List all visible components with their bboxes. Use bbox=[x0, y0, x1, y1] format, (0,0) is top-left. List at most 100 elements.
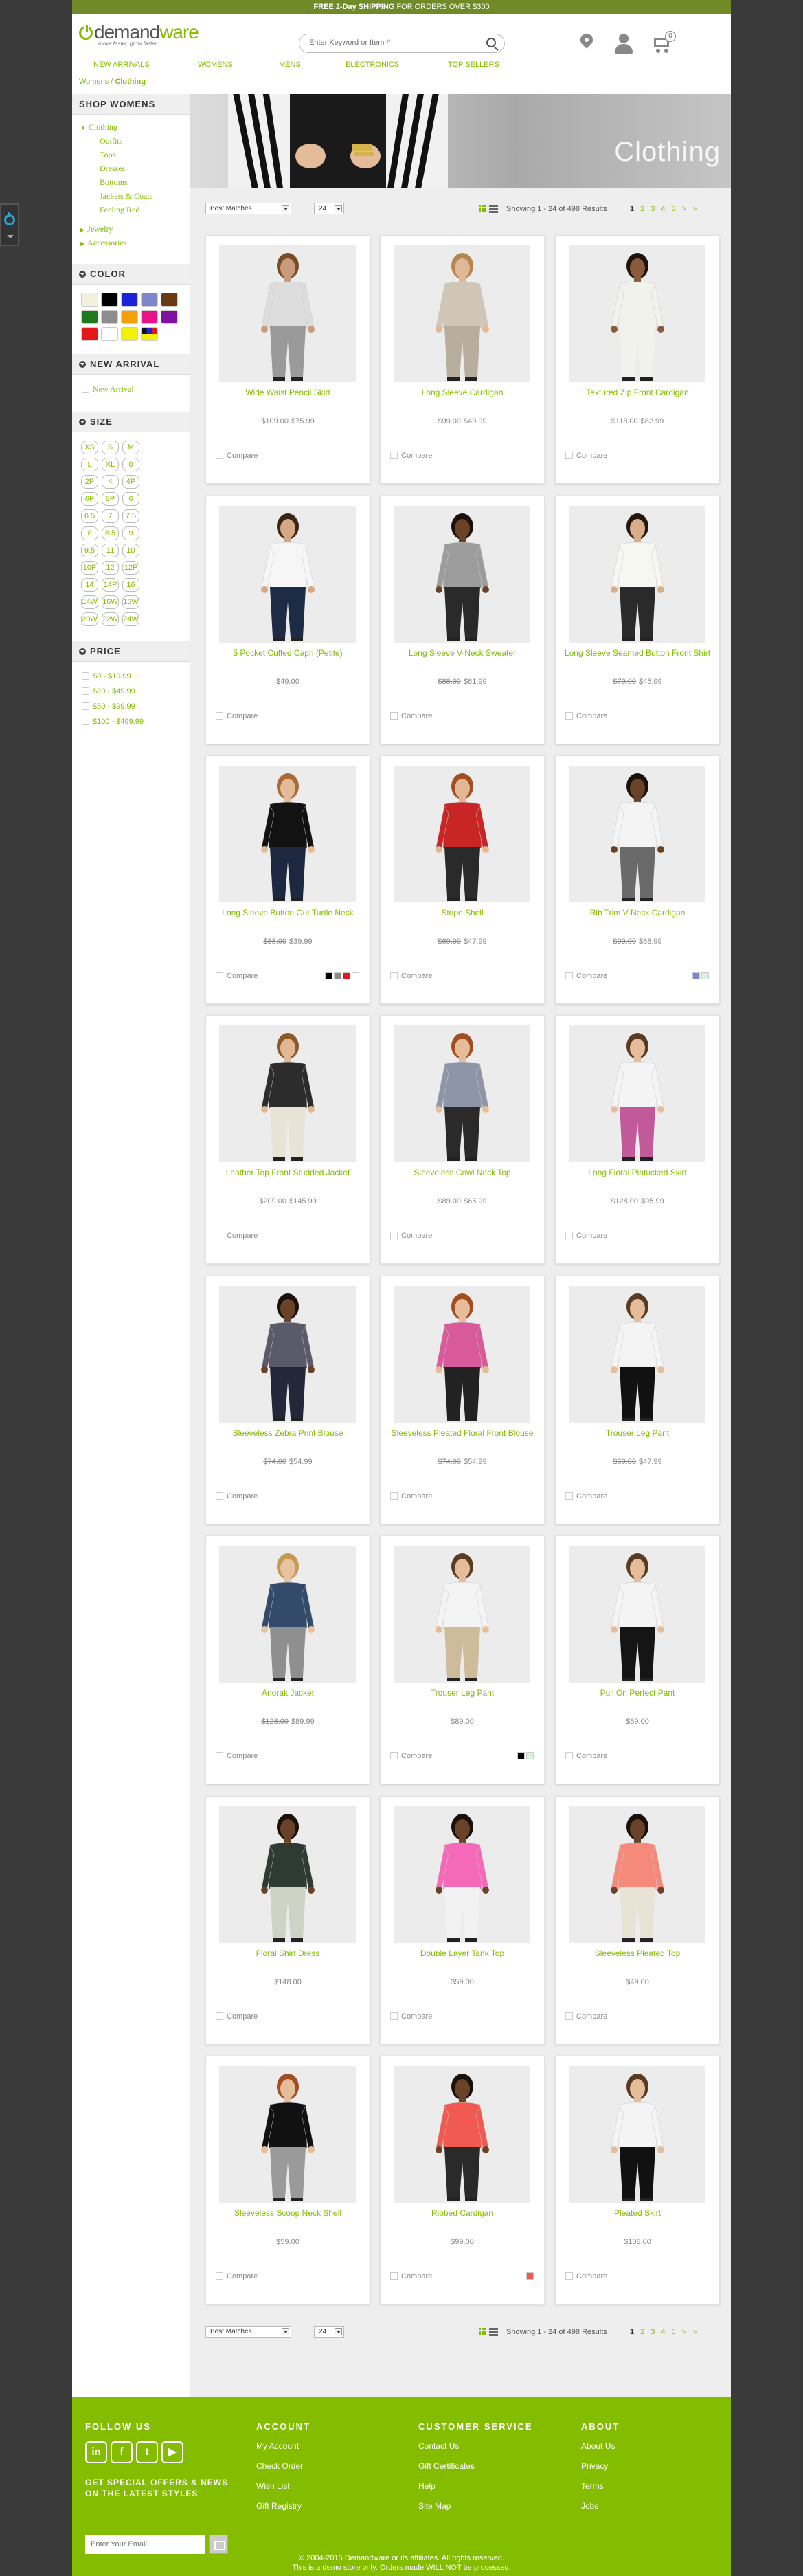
checkbox[interactable] bbox=[390, 972, 398, 979]
size-option[interactable]: 7.5 bbox=[122, 509, 139, 523]
grid-view-icon[interactable] bbox=[479, 2328, 487, 2336]
color-title[interactable]: COLOR bbox=[72, 264, 190, 285]
product-name[interactable]: Stripe Shell bbox=[387, 907, 537, 918]
product-tile[interactable]: Pleated Skirt $108.00 Compare bbox=[555, 2056, 720, 2305]
price-title[interactable]: PRICE bbox=[72, 641, 190, 662]
nav-womens[interactable]: WOMENS bbox=[198, 60, 233, 69]
nav-top-sellers[interactable]: TOP SELLERS bbox=[448, 60, 499, 69]
product-name[interactable]: Textured Zip Front Cardigan bbox=[563, 387, 712, 398]
product-image[interactable] bbox=[219, 506, 356, 643]
search-input[interactable] bbox=[309, 38, 481, 47]
color-swatch[interactable] bbox=[81, 293, 98, 307]
compare-checkbox[interactable]: Compare bbox=[565, 452, 607, 460]
footer-link-check-order[interactable]: Check Order bbox=[256, 2461, 310, 2481]
checkbox[interactable] bbox=[565, 1752, 573, 1759]
product-name[interactable]: Long Floral Pintucked Skirt bbox=[563, 1167, 712, 1178]
product-image[interactable] bbox=[219, 1025, 356, 1162]
product-name[interactable]: Anorak Jacket bbox=[213, 1687, 363, 1698]
footer-link-gift-registry[interactable]: Gift Registry bbox=[256, 2501, 310, 2521]
subcategory-outfits[interactable]: Outfits bbox=[80, 134, 190, 148]
product-image[interactable] bbox=[394, 1546, 530, 1683]
product-color-swatch[interactable] bbox=[517, 1752, 525, 1759]
page-link[interactable]: 4 bbox=[661, 2328, 665, 2336]
product-tile[interactable]: Long Sleeve Button Out Turtle Neck $88.00… bbox=[205, 755, 370, 1004]
size-option[interactable]: 12 bbox=[102, 561, 119, 575]
product-name[interactable]: Long Sleeve Cardigan bbox=[387, 387, 537, 398]
checkbox[interactable] bbox=[565, 1232, 573, 1239]
compare-checkbox[interactable]: Compare bbox=[390, 1492, 432, 1500]
product-color-swatch[interactable] bbox=[352, 972, 359, 979]
product-color-swatch[interactable] bbox=[526, 2272, 534, 2280]
new-arrival-title[interactable]: NEW ARRIVAL bbox=[72, 354, 190, 375]
product-image[interactable] bbox=[219, 245, 356, 382]
color-swatch[interactable] bbox=[141, 310, 158, 324]
color-swatch[interactable] bbox=[101, 293, 118, 307]
size-option[interactable]: 22W bbox=[102, 612, 119, 626]
footer-link-contact-us[interactable]: Contact Us bbox=[418, 2441, 533, 2461]
checkbox[interactable] bbox=[565, 452, 573, 459]
page-link[interactable]: 5 bbox=[672, 2328, 676, 2336]
compare-checkbox[interactable]: Compare bbox=[565, 2012, 607, 2021]
product-tile[interactable]: Pull On Perfect Pant $69.00 Compare bbox=[555, 1535, 720, 1784]
compare-checkbox[interactable]: Compare bbox=[390, 2272, 432, 2280]
size-option[interactable]: 24W bbox=[122, 612, 139, 626]
checkbox[interactable] bbox=[216, 1752, 223, 1759]
category-jewelry[interactable]: ▶ Jewelry bbox=[80, 222, 190, 236]
page-link[interactable]: 4 bbox=[661, 205, 665, 213]
new-arrival-option[interactable]: New Arrival bbox=[72, 375, 190, 395]
size-option[interactable]: 14 bbox=[81, 578, 98, 592]
product-image[interactable] bbox=[569, 766, 705, 902]
size-option[interactable]: 16W bbox=[102, 595, 119, 609]
nav-electronics[interactable]: ELECTRONICS bbox=[346, 60, 399, 69]
color-swatch[interactable] bbox=[81, 310, 98, 324]
size-option[interactable]: 8 bbox=[81, 526, 98, 540]
product-tile[interactable]: Stripe Shell $69.00 $47.99 Compare bbox=[380, 755, 545, 1004]
product-color-swatch[interactable] bbox=[334, 972, 341, 979]
size-option[interactable]: L bbox=[81, 458, 98, 471]
size-option[interactable]: 4 bbox=[102, 475, 119, 489]
product-image[interactable] bbox=[394, 1025, 530, 1162]
checkbox[interactable] bbox=[390, 1492, 398, 1500]
product-tile[interactable]: Leather Top Front Studded Jacket $209.00 $… bbox=[205, 1015, 370, 1264]
compare-checkbox[interactable]: Compare bbox=[216, 2012, 258, 2021]
checkbox[interactable] bbox=[216, 2272, 223, 2280]
product-tile[interactable]: 5 Pocket Cuffed Capri (Petite) $49.00 Comp… bbox=[205, 496, 370, 744]
checkbox[interactable] bbox=[390, 1232, 398, 1239]
accessibility-widget[interactable] bbox=[0, 203, 19, 246]
product-tile[interactable]: Long Sleeve V-Neck Sweater $88.00 $61.99 Co… bbox=[380, 496, 545, 744]
product-tile[interactable]: Long Sleeve Cardigan $99.00 $49.99 Compare bbox=[380, 235, 545, 484]
product-tile[interactable]: Sleeveless Scoop Neck Shell $59.00 Compare bbox=[205, 2056, 370, 2305]
footer-link-terms[interactable]: Terms bbox=[581, 2481, 620, 2501]
compare-checkbox[interactable]: Compare bbox=[565, 1752, 607, 1760]
product-image[interactable] bbox=[219, 2066, 356, 2203]
footer-link-wish-list[interactable]: Wish List bbox=[256, 2481, 310, 2501]
product-tile[interactable]: Trouser Leg Pant $69.00 $47.99 Compare bbox=[555, 1276, 720, 1524]
category-clothing[interactable]: ▼ Clothing bbox=[80, 120, 190, 134]
checkbox[interactable] bbox=[216, 972, 223, 979]
compare-checkbox[interactable]: Compare bbox=[390, 972, 432, 980]
list-view-icon[interactable] bbox=[489, 2328, 498, 2336]
product-tile[interactable]: Anorak Jacket $128.00 $89.99 Compare bbox=[205, 1535, 370, 1784]
footer-link-gift-certificates[interactable]: Gift Certificates bbox=[418, 2461, 533, 2481]
page-link[interactable]: 2 bbox=[640, 205, 644, 213]
product-tile[interactable]: Long Floral Pintucked Skirt $128.00 $95.99… bbox=[555, 1015, 720, 1264]
product-image[interactable] bbox=[569, 1546, 705, 1683]
product-image[interactable] bbox=[219, 1286, 356, 1423]
checkbox[interactable] bbox=[82, 718, 89, 725]
compare-checkbox[interactable]: Compare bbox=[216, 712, 258, 720]
product-name[interactable]: Trouser Leg Pant bbox=[563, 1428, 712, 1439]
last-page-link[interactable]: » bbox=[692, 2328, 697, 2336]
page-size-select[interactable]: 24 bbox=[314, 203, 344, 214]
footer-link-privacy[interactable]: Privacy bbox=[581, 2461, 620, 2481]
footer-link-my-account[interactable]: My Account bbox=[256, 2441, 310, 2461]
facebook-icon[interactable]: f bbox=[111, 2441, 133, 2463]
size-option[interactable]: M bbox=[122, 441, 139, 454]
size-option[interactable]: 10P bbox=[81, 561, 98, 575]
checkbox[interactable] bbox=[82, 672, 89, 680]
checkbox[interactable] bbox=[82, 386, 89, 393]
checkbox[interactable] bbox=[390, 712, 398, 720]
color-swatch[interactable] bbox=[141, 327, 158, 341]
product-name[interactable]: Floral Shirt Dress bbox=[213, 1948, 363, 1959]
page-link[interactable]: 5 bbox=[672, 205, 676, 213]
product-image[interactable] bbox=[569, 1286, 705, 1423]
